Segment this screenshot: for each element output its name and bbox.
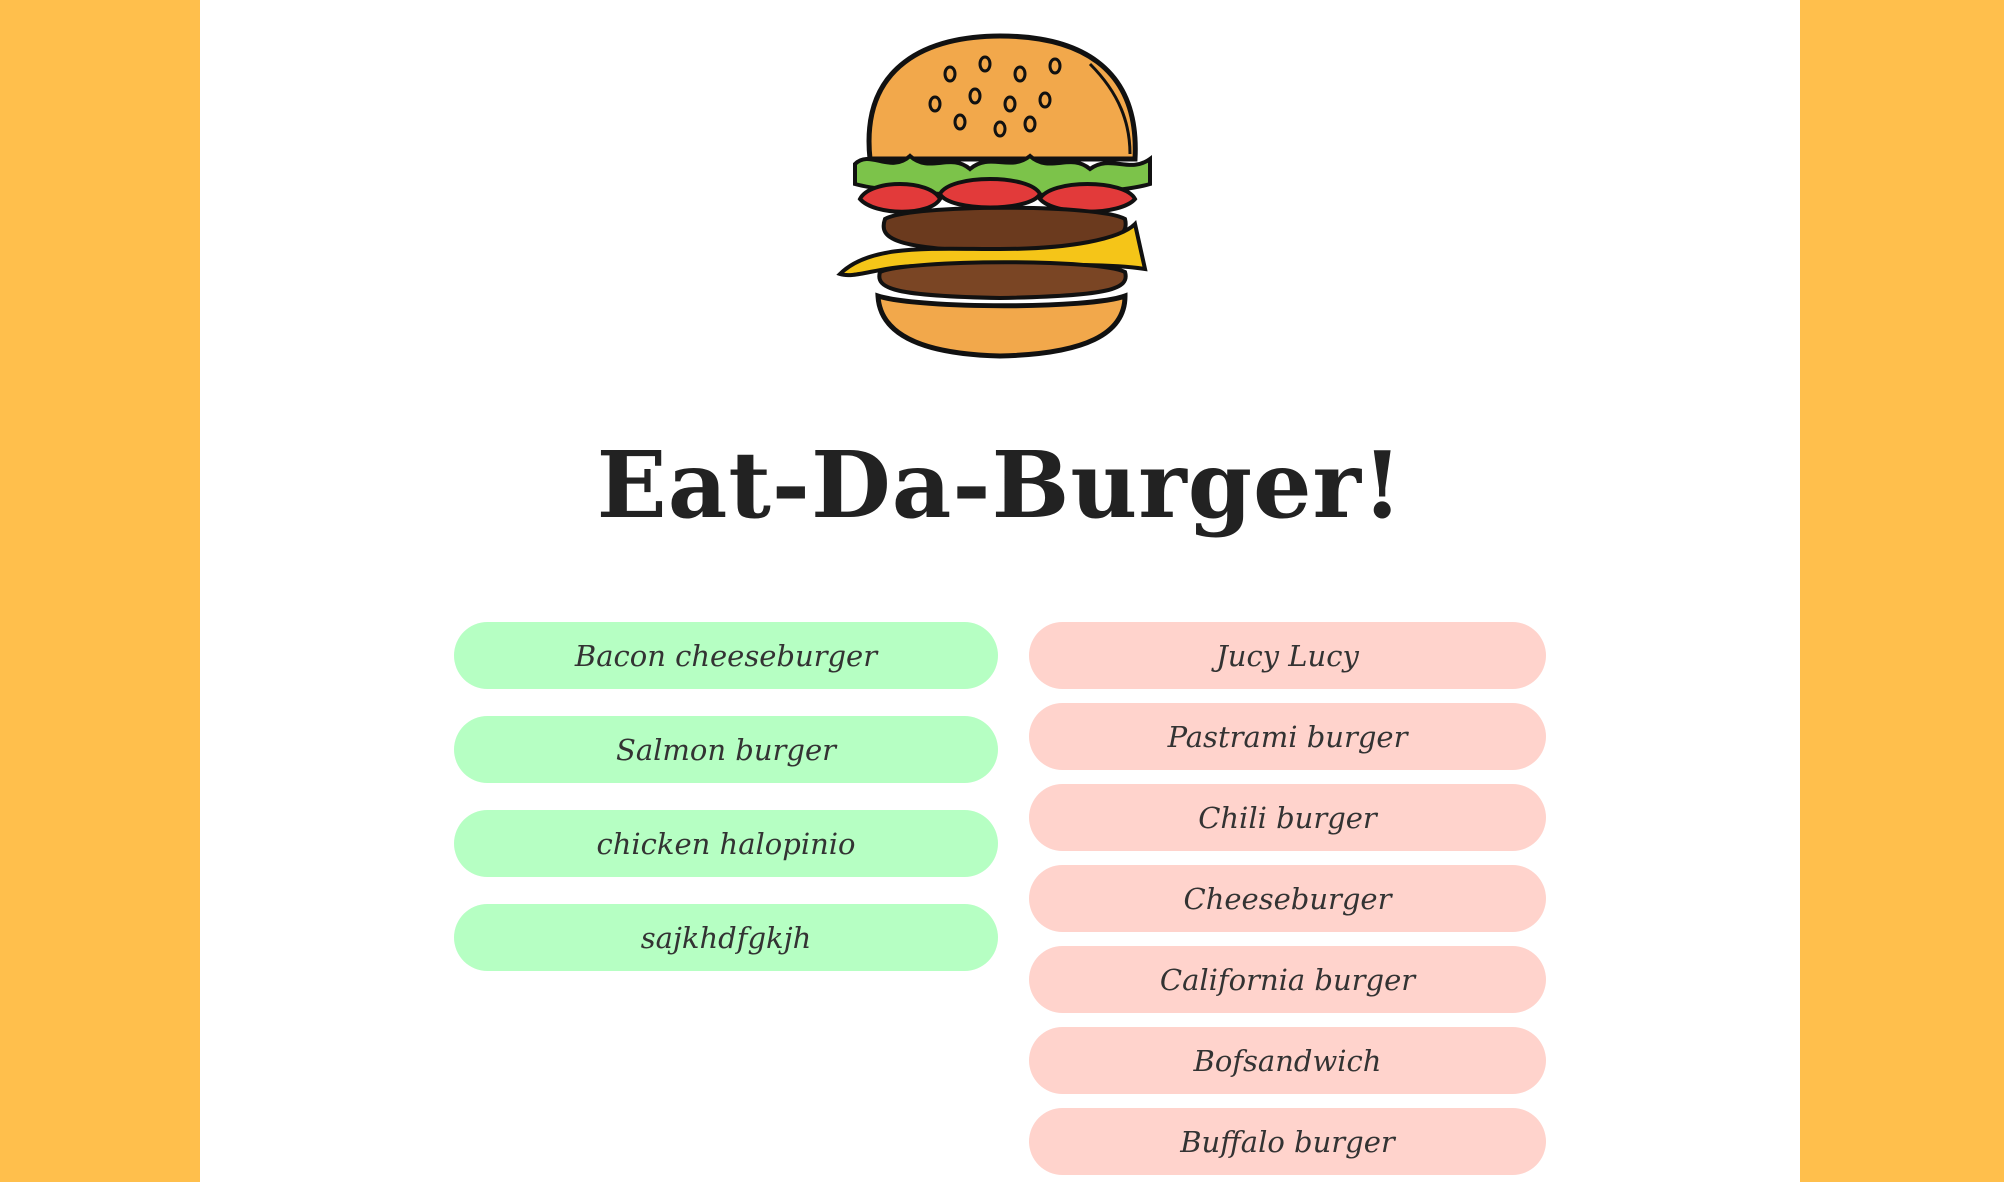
burger-logo-image [836, 33, 1152, 359]
burger-button[interactable]: chicken halopinio [454, 810, 998, 877]
main-content-panel: Eat-Da-Burger! Bacon cheeseburger Salmon… [200, 0, 1800, 1182]
burger-button[interactable]: Buffalo burger [1029, 1108, 1546, 1175]
burger-button[interactable]: Cheeseburger [1029, 865, 1546, 932]
burger-button[interactable]: Jucy Lucy [1029, 622, 1546, 689]
burger-button[interactable]: Bofsandwich [1029, 1027, 1546, 1094]
right-burger-list: Jucy Lucy Pastrami burger Chili burger C… [1029, 622, 1546, 1175]
burger-button[interactable]: sajkhdfgkjh [454, 904, 998, 971]
burger-button[interactable]: California burger [1029, 946, 1546, 1013]
burger-button[interactable]: Pastrami burger [1029, 703, 1546, 770]
burger-button[interactable]: Salmon burger [454, 716, 998, 783]
left-burger-list: Bacon cheeseburger Salmon burger chicken… [454, 622, 998, 971]
page-title: Eat-Da-Burger! [596, 431, 1404, 539]
burger-button[interactable]: Bacon cheeseburger [454, 622, 998, 689]
burger-button[interactable]: Chili burger [1029, 784, 1546, 851]
